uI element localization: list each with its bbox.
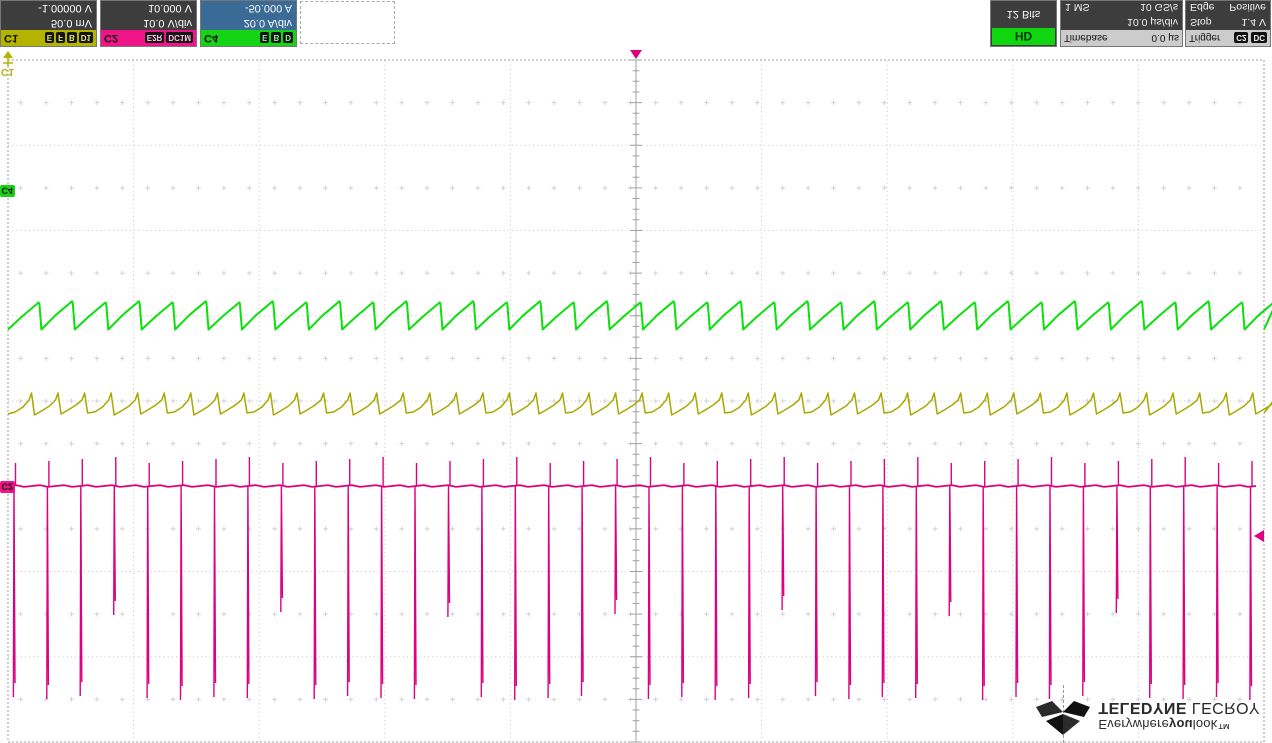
timebase-samples: 1 MS xyxy=(1065,1,1090,14)
channel-descriptor-c1[interactable]: C1 E F B D1 50.0 mV -1.00000 V xyxy=(0,0,97,47)
c4-header: C4 E B D xyxy=(201,30,296,46)
trigger-level-marker[interactable] xyxy=(1254,530,1264,542)
timebase-box[interactable]: Timebase 0.0 µs 10.0 µs/div 1 MS 10 GS/s xyxy=(1060,0,1183,47)
hd-mode-box[interactable]: HD 12 Bits xyxy=(990,0,1057,47)
c1-label: C1 xyxy=(4,32,19,44)
c4-badge: B xyxy=(271,32,282,44)
c4-badge: E xyxy=(260,32,270,44)
c4-badges: E B D xyxy=(260,32,293,44)
c4-vdiv: 20.0 A/div xyxy=(243,17,292,29)
timebase-rate: 10 GS/s xyxy=(1140,1,1178,14)
c2-offset: 10.000 V xyxy=(147,2,192,15)
c2-badge: E2R xyxy=(144,32,165,44)
c4-zero-marker-label: C4 xyxy=(2,186,14,196)
c2-header: C2 E2R DC1M xyxy=(101,30,196,46)
logo-tagline: Everywhereyoulook™ xyxy=(1098,716,1231,732)
trigger-time-marker[interactable] xyxy=(630,50,642,59)
hd-badge: HD xyxy=(992,28,1055,45)
channel-descriptor-c4[interactable]: C4 E B D 20.0 A/div -50.000 A xyxy=(200,0,297,47)
bits-label: 12 Bits xyxy=(1006,8,1041,20)
trigger-header: Trigger C2 DC xyxy=(1186,30,1270,46)
timebase-sampling-row: 1 MS 10 GS/s xyxy=(1061,0,1182,15)
trace-c2-baseline[interactable] xyxy=(7,484,1257,488)
c1-header: C1 E F B D1 xyxy=(1,30,96,46)
timebase-scale-row: 10.0 µs/div xyxy=(1061,15,1182,30)
c1-badge: D1 xyxy=(78,32,93,44)
c2-vdiv: 10.0 V/div xyxy=(143,17,192,29)
c1-offscreen-arrow-head-icon xyxy=(3,51,13,58)
trigger-source-badge: C2 xyxy=(1234,32,1249,44)
empty-descriptor-slot[interactable] xyxy=(300,1,395,44)
c1-offset: -1.00000 V xyxy=(38,2,92,15)
trigger-coupling-badge: DC xyxy=(1251,32,1267,44)
trace-c1[interactable] xyxy=(7,392,1272,416)
teledyne-lecroy-logo: Everywhereyoulook™ TELEDYNE LECROY xyxy=(1036,691,1260,737)
trace-c2-spikes[interactable] xyxy=(12,457,1253,701)
trigger-type-row: Edge Positive xyxy=(1186,0,1270,15)
timebase-title: Timebase xyxy=(1064,32,1108,44)
c4-label: C4 xyxy=(204,32,219,44)
timebase-per-div: 10.0 µs/div xyxy=(1127,16,1178,29)
c2-label: C2 xyxy=(104,32,119,44)
c1-vdiv: 50.0 mV xyxy=(51,17,92,29)
c4-values: 20.0 A/div -50.000 A xyxy=(201,1,296,30)
c4-offset: -50.000 A xyxy=(244,2,292,15)
c2-zero-marker-label: C2 xyxy=(2,482,14,492)
logo-text: Everywhereyoulook™ TELEDYNE LECROY xyxy=(1098,697,1260,732)
c1-offscreen-arrow-icon[interactable] xyxy=(3,57,13,66)
c1-badges: E F B D1 xyxy=(44,32,93,44)
c2-badges: E2R DC1M xyxy=(144,32,193,44)
timebase-header: Timebase 0.0 µs xyxy=(1061,30,1182,46)
channel-descriptor-c2[interactable]: C2 E2R DC1M 10.0 V/div 10.000 V xyxy=(100,0,197,47)
oscilloscope-screen: C2 C4 C1 Everywhereyoulook™ TELEDYNE LECRO… xyxy=(0,0,1272,743)
c4-badge: D xyxy=(283,32,293,44)
c2-badge: DC1M xyxy=(166,32,193,44)
trigger-slope: Positive xyxy=(1229,1,1266,14)
trigger-type: Edge xyxy=(1190,1,1215,14)
waveform-grid-area: C2 C4 C1 xyxy=(0,50,1272,743)
c1-badge: F xyxy=(56,32,65,44)
c2-values: 10.0 V/div 10.000 V xyxy=(101,1,196,30)
c1-values: 50.0 mV -1.00000 V xyxy=(1,1,96,30)
trigger-title: Trigger xyxy=(1189,32,1221,44)
c1-badge: B xyxy=(66,32,77,44)
trigger-mode-row: Stop 1.4 V xyxy=(1186,15,1270,30)
trigger-box[interactable]: Trigger C2 DC Stop 1.4 V Edge Positive xyxy=(1185,0,1271,47)
timebase-position: 0.0 µs xyxy=(1151,32,1179,44)
trigger-mode: Stop xyxy=(1190,16,1212,29)
c1-badge: E xyxy=(44,32,55,44)
teledyne-arrows-icon xyxy=(1036,701,1091,735)
logo-brand: TELEDYNE LECROY xyxy=(1098,698,1260,716)
trigger-level: 1.4 V xyxy=(1241,16,1266,29)
c1-zero-marker-label: C1 xyxy=(1,66,14,77)
